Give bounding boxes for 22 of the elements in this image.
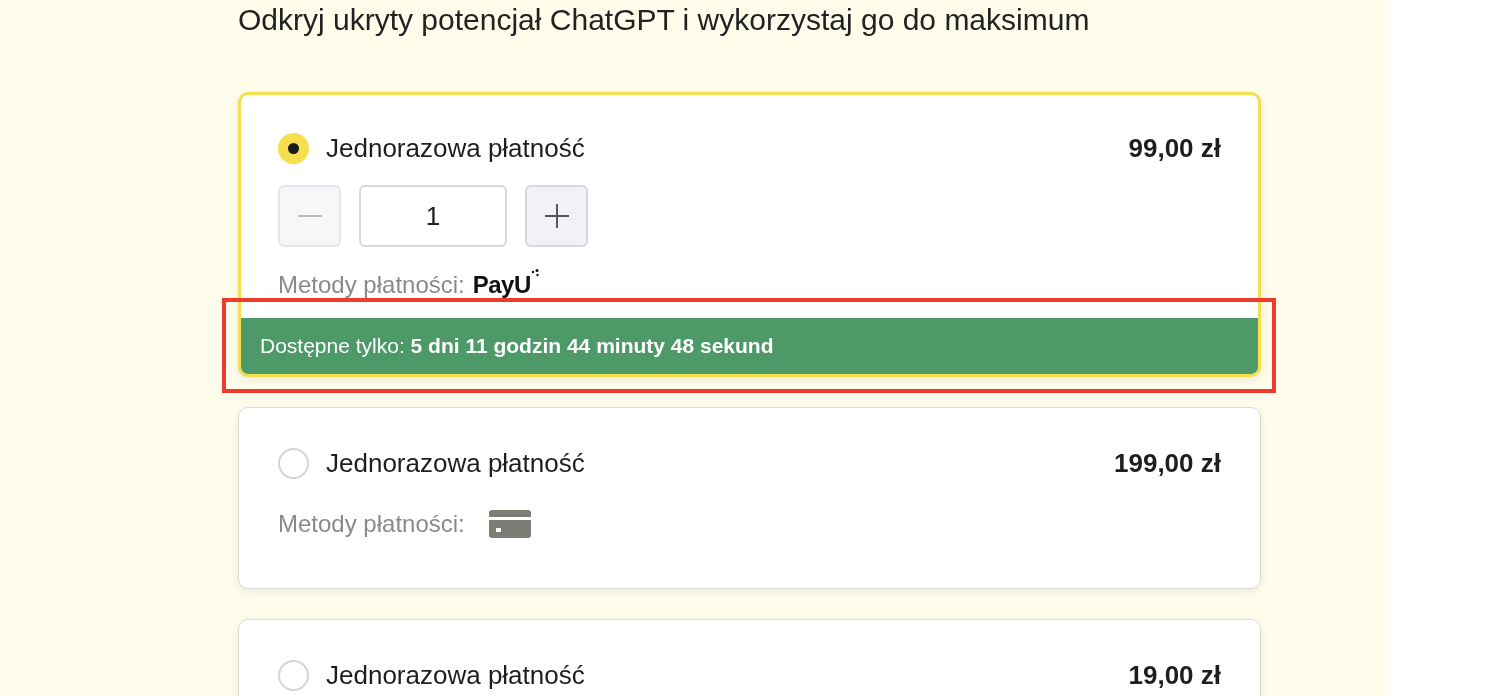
headline: Odkryj ukryty potencjał ChatGPT i wykorzystaj go do maksimum <box>238 2 1091 38</box>
countdown-bar: Dostępne tylko: 5 dni 11 godzin 44 minuty 48 sekund <box>241 318 1258 374</box>
offer-card[interactable]: Jednorazowa płatność 19,00 zł <box>238 619 1261 696</box>
offer-title: Jednorazowa płatność <box>326 659 585 691</box>
offer-title: Jednorazowa płatność <box>326 447 585 479</box>
offer-title: Jednorazowa płatność <box>326 132 585 164</box>
offer-price: 19,00 zł <box>1128 659 1221 691</box>
payment-methods-label: Metody płatności: <box>278 271 465 299</box>
quantity-field[interactable]: 1 <box>359 185 507 247</box>
offer-card[interactable]: Jednorazowa płatność 99,00 zł 1 Metody płatności: PayU Dostępne tylko: 5 dni 11 godzin 44 minuty 48 sekund <box>238 92 1261 377</box>
increase-button[interactable] <box>525 185 588 247</box>
radio-button[interactable] <box>278 659 309 691</box>
radio-button[interactable] <box>278 447 309 479</box>
offer-card[interactable]: Jednorazowa płatność 199,00 zł Metody płatności: <box>238 407 1261 589</box>
plus-icon <box>544 204 569 228</box>
payment-methods-label: Metody płatności: <box>278 510 465 538</box>
minus-icon <box>297 214 322 218</box>
radio-button[interactable] <box>278 132 309 164</box>
credit-card-icon <box>488 510 531 538</box>
offer-price: 99,00 zł <box>1128 132 1221 164</box>
offer-price: 199,00 zł <box>1114 447 1221 479</box>
payu-logo: PayU <box>472 271 539 299</box>
